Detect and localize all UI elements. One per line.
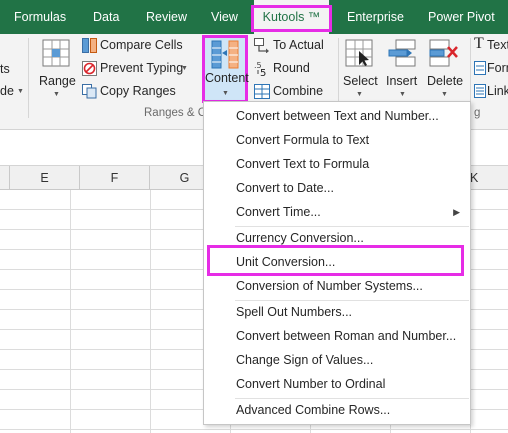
- tab-review[interactable]: Review: [146, 0, 187, 34]
- ribbon-tab-bar: Formulas Data Review View Kutools ™ Ente…: [0, 0, 508, 34]
- combine-icon: [254, 84, 270, 99]
- column-header[interactable]: [0, 166, 10, 190]
- range-icon: [42, 39, 70, 67]
- menu-item-currency-conversion[interactable]: Currency Conversion...: [204, 227, 470, 250]
- to-actual-label: To Actual: [273, 38, 324, 52]
- menu-item-number-systems[interactable]: Conversion of Number Systems...: [204, 275, 470, 298]
- round-icon: .5 5: [254, 61, 266, 77]
- round-label: Round: [273, 61, 310, 75]
- select-icon: [345, 39, 373, 67]
- select-button[interactable]: Select ▼: [342, 37, 378, 101]
- menu-item-spell-out-numbers[interactable]: Spell Out Numbers...: [204, 301, 470, 324]
- prevent-typing-button[interactable]: Prevent Typing ▼: [80, 60, 198, 80]
- insert-icon: [388, 39, 416, 67]
- combine-label: Combine: [273, 84, 324, 98]
- delete-icon: [429, 39, 458, 67]
- text-icon: T: [474, 35, 484, 52]
- text-label: Text: [487, 38, 508, 52]
- select-label: Select: [343, 74, 378, 88]
- link-icon: [474, 84, 486, 98]
- range-button[interactable]: Range ▼: [35, 37, 77, 101]
- tab-enterprise[interactable]: Enterprise: [347, 0, 404, 34]
- tab-view[interactable]: View: [211, 0, 238, 34]
- content-label: Content: [205, 71, 249, 85]
- compare-cells-button[interactable]: Compare Cells: [80, 37, 198, 57]
- prevent-typing-label: Prevent Typing: [100, 61, 184, 75]
- copy-ranges-label: Copy Ranges: [100, 84, 176, 98]
- chevron-down-icon: ▼: [17, 88, 24, 95]
- compare-cells-label: Compare Cells: [100, 38, 183, 52]
- menu-item-advanced-combine-rows[interactable]: Advanced Combine Rows...: [204, 399, 470, 422]
- range-label: Range: [39, 74, 76, 88]
- menu-item-convert-time[interactable]: Convert Time... ▶: [204, 201, 470, 224]
- menu-item-change-sign[interactable]: Change Sign of Values...: [204, 349, 470, 372]
- delete-button[interactable]: Delete ▼: [425, 37, 465, 101]
- text-tools-button[interactable]: T Text: [474, 35, 508, 57]
- chevron-down-icon: ▼: [181, 65, 188, 72]
- link-tools-button[interactable]: Link: [474, 83, 508, 103]
- link-label: Link: [487, 84, 508, 98]
- tab-kutools[interactable]: Kutools ™: [254, 0, 329, 34]
- group-label-right: g: [474, 107, 481, 119]
- group-label-ranges: Ranges & C: [144, 107, 207, 119]
- menu-item-roman-number[interactable]: Convert between Roman and Number...: [204, 325, 470, 348]
- menu-item-unit-conversion[interactable]: Unit Conversion...: [204, 251, 470, 274]
- group-divider: [28, 38, 29, 118]
- chevron-down-icon: ▼: [356, 91, 363, 98]
- menu-item-number-to-ordinal[interactable]: Convert Number to Ordinal: [204, 373, 470, 396]
- menu-item-formula-to-text[interactable]: Convert Formula to Text: [204, 129, 470, 152]
- copy-ranges-button[interactable]: Copy Ranges: [80, 83, 198, 103]
- chevron-down-icon: ▼: [53, 91, 60, 98]
- menu-item-convert-text-number[interactable]: Convert between Text and Number...: [204, 105, 470, 128]
- chevron-down-icon: ▼: [222, 90, 229, 97]
- submenu-arrow-icon: ▶: [453, 207, 460, 217]
- svg-text:5: 5: [260, 68, 266, 77]
- chevron-down-icon: ▼: [441, 91, 448, 98]
- to-actual-icon: [254, 38, 269, 53]
- format-icon: [474, 61, 486, 75]
- content-convert-icon: [211, 40, 239, 69]
- insert-button[interactable]: Insert ▼: [384, 37, 422, 101]
- menu-item-convert-time-label: Convert Time...: [236, 205, 321, 219]
- format-tools-button[interactable]: Forr: [474, 60, 508, 80]
- tab-formulas[interactable]: Formulas: [14, 0, 66, 34]
- tab-power-pivot[interactable]: Power Pivot: [428, 0, 495, 34]
- column-header-e[interactable]: E: [10, 166, 80, 190]
- chevron-down-icon: ▼: [399, 91, 406, 98]
- content-button[interactable]: Content ▼: [202, 35, 249, 103]
- partial-label-bottom: de: [0, 84, 14, 98]
- column-header-f[interactable]: F: [80, 166, 150, 190]
- insert-label: Insert: [386, 74, 418, 88]
- to-actual-button[interactable]: To Actual: [253, 37, 333, 57]
- prevent-typing-icon: [82, 61, 97, 76]
- copy-ranges-icon: [82, 84, 97, 99]
- compare-cells-icon: [82, 38, 97, 53]
- format-label: Forr: [487, 61, 508, 75]
- menu-item-convert-to-date[interactable]: Convert to Date...: [204, 177, 470, 200]
- content-dropdown-menu: Convert between Text and Number... Conve…: [203, 101, 471, 425]
- partial-label-top: ts: [0, 62, 10, 76]
- combine-button[interactable]: Combine: [253, 83, 333, 103]
- round-button[interactable]: .5 5 Round: [253, 60, 333, 80]
- menu-item-text-to-formula[interactable]: Convert Text to Formula: [204, 153, 470, 176]
- tab-data[interactable]: Data: [93, 0, 119, 34]
- delete-label: Delete: [427, 74, 464, 88]
